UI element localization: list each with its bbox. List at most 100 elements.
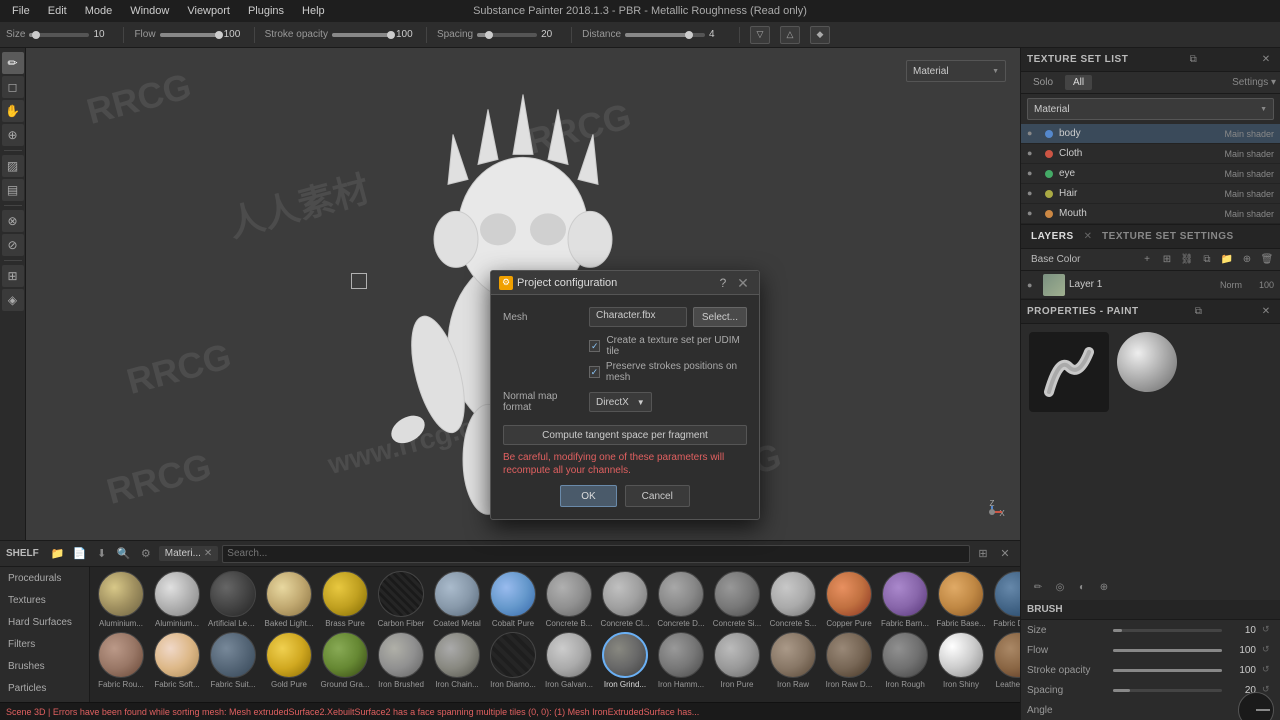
material-pick-btn[interactable]: ◈ xyxy=(2,289,24,311)
search-layer-btn[interactable]: ⊕ xyxy=(1238,251,1256,269)
material-type-dropdown[interactable]: Material xyxy=(1027,98,1274,120)
shelf-cat-particles[interactable]: Particles xyxy=(0,677,89,699)
add-paint-layer-btn[interactable]: + xyxy=(1138,251,1156,269)
shelf-close-btn[interactable]: ✕ xyxy=(996,545,1014,563)
material-iron-galvan[interactable]: Iron Galvan... xyxy=(542,632,596,689)
add-fill-layer-btn[interactable]: ⊞ xyxy=(1158,251,1176,269)
shelf-active-tab[interactable]: Materi... ✕ xyxy=(159,546,219,561)
shelf-grid-view-btn[interactable]: ⊞ xyxy=(974,545,992,563)
shelf-cat-procedurals[interactable]: Procedurals xyxy=(0,567,89,589)
menu-mode[interactable]: Mode xyxy=(77,3,121,19)
shelf-search-input[interactable] xyxy=(222,545,970,563)
dialog-cancel-btn[interactable]: Cancel xyxy=(625,485,690,507)
stroke-opacity-slider[interactable] xyxy=(332,33,392,37)
material-concrete-b[interactable]: Concrete B... xyxy=(542,571,596,628)
select-tool-btn[interactable]: ▤ xyxy=(2,179,24,201)
shelf-file-btn[interactable]: 📄 xyxy=(71,545,89,563)
material-iron-shiny[interactable]: Iron Shiny xyxy=(934,632,988,689)
brush-icon-1[interactable]: ✏ xyxy=(1029,578,1047,596)
brush-flow-reset[interactable]: ↺ xyxy=(1262,644,1274,656)
brush-spacing-slider[interactable] xyxy=(1113,689,1222,692)
brush-stroke-opacity-slider[interactable] xyxy=(1113,669,1222,672)
material-iron-diamo[interactable]: Iron Diamo... xyxy=(486,632,540,689)
bake-tool-btn[interactable]: ⊞ xyxy=(2,265,24,287)
brush-shape-btn-1[interactable]: ▽ xyxy=(750,26,770,44)
shelf-cat-textures[interactable]: Textures xyxy=(0,589,89,611)
material-dropdown-viewport[interactable]: Material xyxy=(900,56,1012,86)
brush-size-reset[interactable]: ↺ xyxy=(1262,624,1274,636)
dialog-select-btn[interactable]: Select... xyxy=(693,307,747,327)
menu-window[interactable]: Window xyxy=(122,3,177,19)
menu-plugins[interactable]: Plugins xyxy=(240,3,292,19)
tsl-eye-cloth[interactable]: ● xyxy=(1027,148,1039,160)
material-concrete-cl[interactable]: Concrete Cl... xyxy=(598,571,652,628)
fill-tool-btn[interactable]: ▨ xyxy=(2,155,24,177)
brush-shape-btn-3[interactable]: ◆ xyxy=(810,26,830,44)
size-slider[interactable] xyxy=(29,33,89,37)
brush-flow-slider[interactable] xyxy=(1113,649,1222,652)
dialog-help-btn[interactable]: ? xyxy=(715,275,731,291)
brush-icon-3[interactable]: ◐ xyxy=(1073,578,1091,596)
material-aluminium-2[interactable]: Aluminium... xyxy=(150,571,204,628)
tsl-tab-all[interactable]: All xyxy=(1065,75,1092,90)
material-iron-raw-d[interactable]: Iron Raw D... xyxy=(822,632,876,689)
properties-expand-btn[interactable]: ⧉ xyxy=(1190,304,1206,320)
smudge-tool-btn[interactable]: ✋ xyxy=(2,100,24,122)
tsl-close-btn[interactable]: ✕ xyxy=(1258,52,1274,68)
dialog-normal-dropdown[interactable]: DirectX ▼ xyxy=(589,392,652,412)
eraser-tool-btn[interactable]: ◻ xyxy=(2,76,24,98)
tsl-eye-mouth[interactable]: ● xyxy=(1027,208,1039,220)
tsl-item-mouth[interactable]: ● Mouth Main shader xyxy=(1021,204,1280,224)
layers-tab[interactable]: LAYERS xyxy=(1027,229,1078,244)
folder-btn[interactable]: 📁 xyxy=(1218,251,1236,269)
layer-item-1[interactable]: ● Layer 1 Norm 100 xyxy=(1021,271,1280,299)
tsl-item-cloth[interactable]: ● Cloth Main shader xyxy=(1021,144,1280,164)
tsl-eye-hair[interactable]: ● xyxy=(1027,188,1039,200)
material-iron-raw[interactable]: Iron Raw xyxy=(766,632,820,689)
material-aluminium-1[interactable]: Aluminium... xyxy=(94,571,148,628)
shelf-tab-close[interactable]: ✕ xyxy=(204,548,212,559)
tsl-eye-eye[interactable]: ● xyxy=(1027,168,1039,180)
layer-blend-mode[interactable]: Norm xyxy=(1220,280,1242,290)
material-concrete-d[interactable]: Concrete D... xyxy=(654,571,708,628)
brush-stroke-opacity-reset[interactable]: ↺ xyxy=(1262,664,1274,676)
paint-tool-btn[interactable]: ✏ xyxy=(2,52,24,74)
link-btn[interactable]: ⛓ xyxy=(1178,251,1196,269)
material-artificial-lea[interactable]: Artificial Lea... xyxy=(206,571,260,628)
menu-viewport[interactable]: Viewport xyxy=(179,3,238,19)
properties-close-btn[interactable]: ✕ xyxy=(1258,304,1274,320)
material-iron-pure[interactable]: Iron Pure xyxy=(710,632,764,689)
layers-x-btn[interactable]: ✕ xyxy=(1084,231,1092,242)
tsl-item-hair[interactable]: ● Hair Main shader xyxy=(1021,184,1280,204)
menu-edit[interactable]: Edit xyxy=(40,3,75,19)
dialog-checkbox-2[interactable] xyxy=(589,366,600,378)
material-cobalt-pure[interactable]: Cobalt Pure xyxy=(486,571,540,628)
delete-layer-btn[interactable]: 🗑 xyxy=(1258,251,1276,269)
tsl-item-eye[interactable]: ● eye Main shader xyxy=(1021,164,1280,184)
duplicate-layer-btn[interactable]: ⧉ xyxy=(1198,251,1216,269)
distance-slider[interactable] xyxy=(625,33,705,37)
material-coated-metal[interactable]: Coated Metal xyxy=(430,571,484,628)
clone-tool-btn[interactable]: ⊕ xyxy=(2,124,24,146)
flow-slider[interactable] xyxy=(160,33,220,37)
shelf-search-btn[interactable]: 🔍 xyxy=(115,545,133,563)
anchor-tool-btn[interactable]: ⊗ xyxy=(2,210,24,232)
material-brass-pure[interactable]: Brass Pure xyxy=(318,571,372,628)
tsl-expand-btn[interactable]: ⧉ xyxy=(1185,52,1201,68)
menu-file[interactable]: File xyxy=(4,3,38,19)
shelf-cat-hard-surfaces[interactable]: Hard Surfaces xyxy=(0,611,89,633)
material-iron-chain[interactable]: Iron Chain... xyxy=(430,632,484,689)
material-carbon-fiber[interactable]: Carbon Fiber xyxy=(374,571,428,628)
shelf-cat-brushes[interactable]: Brushes xyxy=(0,655,89,677)
shelf-folder-btn[interactable]: 📁 xyxy=(49,545,67,563)
material-fabric-soft[interactable]: Fabric Soft... xyxy=(150,632,204,689)
material-fabric-base[interactable]: Fabric Base... xyxy=(934,571,988,628)
measure-tool-btn[interactable]: ⊘ xyxy=(2,234,24,256)
layer-vis-btn[interactable]: ● xyxy=(1027,280,1039,290)
shelf-cat-filters[interactable]: Filters xyxy=(0,633,89,655)
texture-set-settings-tab[interactable]: TEXTURE SET SETTINGS xyxy=(1098,229,1238,244)
dialog-close-btn[interactable]: ✕ xyxy=(735,275,751,291)
dialog-checkbox-1[interactable] xyxy=(589,340,600,352)
material-concrete-si[interactable]: Concrete Si... xyxy=(710,571,764,628)
material-fabric-suit[interactable]: Fabric Suit... xyxy=(206,632,260,689)
